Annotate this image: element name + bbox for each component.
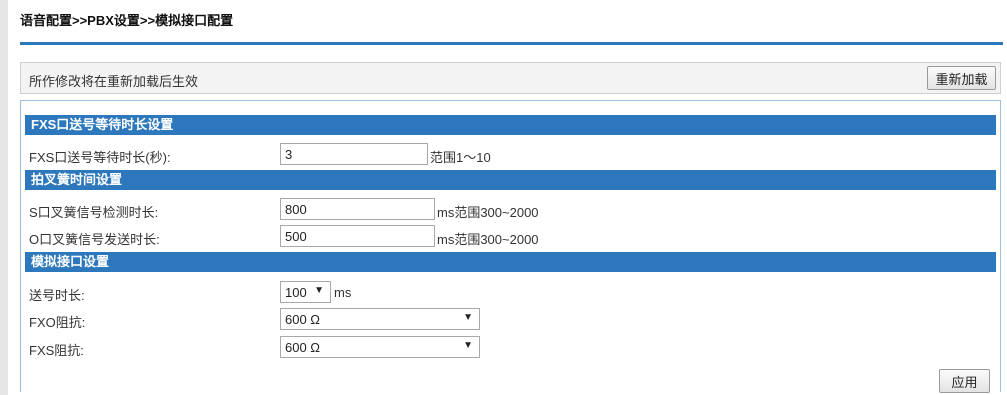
s-hookflash-range-hint: ms范围300~2000 [437, 205, 539, 220]
send-duration-select[interactable]: 100 ▼ [280, 281, 331, 303]
o-hookflash-send-input[interactable] [280, 225, 435, 247]
section-fxs-wait-title: FXS口送号等待时长设置 [25, 115, 996, 135]
breadcrumb: 语音配置>>PBX设置>>模拟接口配置 [20, 13, 234, 28]
settings-panel: FXS口送号等待时长设置 FXS口送号等待时长(秒): 范围1～10 拍叉簧时间… [20, 100, 1001, 393]
section-hookflash-title: 拍叉簧时间设置 [25, 170, 996, 190]
reload-button[interactable]: 重新加载 [927, 66, 996, 90]
o-hookflash-send-label: O口叉簧信号发送时长: [29, 232, 160, 247]
send-duration-unit: ms [334, 285, 352, 300]
left-frame-border [0, 0, 8, 395]
apply-button[interactable]: 应用 [939, 369, 990, 393]
chevron-down-icon: ▼ [463, 312, 473, 323]
fxo-impedance-value: 600 Ω [285, 312, 321, 327]
send-duration-value: 100 [285, 285, 307, 300]
header-divider [20, 42, 1003, 45]
fxs-wait-range-hint: 范围1～10 [430, 150, 491, 165]
s-hookflash-detect-label: S口叉簧信号检测时长: [29, 205, 159, 220]
fxs-impedance-select[interactable]: 600 Ω ▼ [280, 336, 480, 358]
o-hookflash-range-hint: ms范围300~2000 [437, 232, 539, 247]
chevron-down-icon: ▼ [314, 285, 324, 296]
fxs-impedance-label: FXS阻抗: [29, 343, 84, 358]
send-duration-label: 送号时长: [29, 288, 85, 303]
fxs-wait-input[interactable] [280, 143, 428, 165]
chevron-down-icon: ▼ [463, 340, 473, 351]
fxo-impedance-label: FXO阻抗: [29, 315, 86, 330]
fxs-wait-label: FXS口送号等待时长(秒): [29, 150, 171, 165]
notice-bar: 所作修改将在重新加载后生效 重新加载 [20, 62, 1001, 94]
fxo-impedance-select[interactable]: 600 Ω ▼ [280, 308, 480, 330]
fxs-impedance-value: 600 Ω [285, 340, 321, 355]
s-hookflash-detect-input[interactable] [280, 198, 435, 220]
notice-text: 所作修改将在重新加载后生效 [29, 74, 199, 89]
section-analog-title: 模拟接口设置 [25, 252, 996, 272]
